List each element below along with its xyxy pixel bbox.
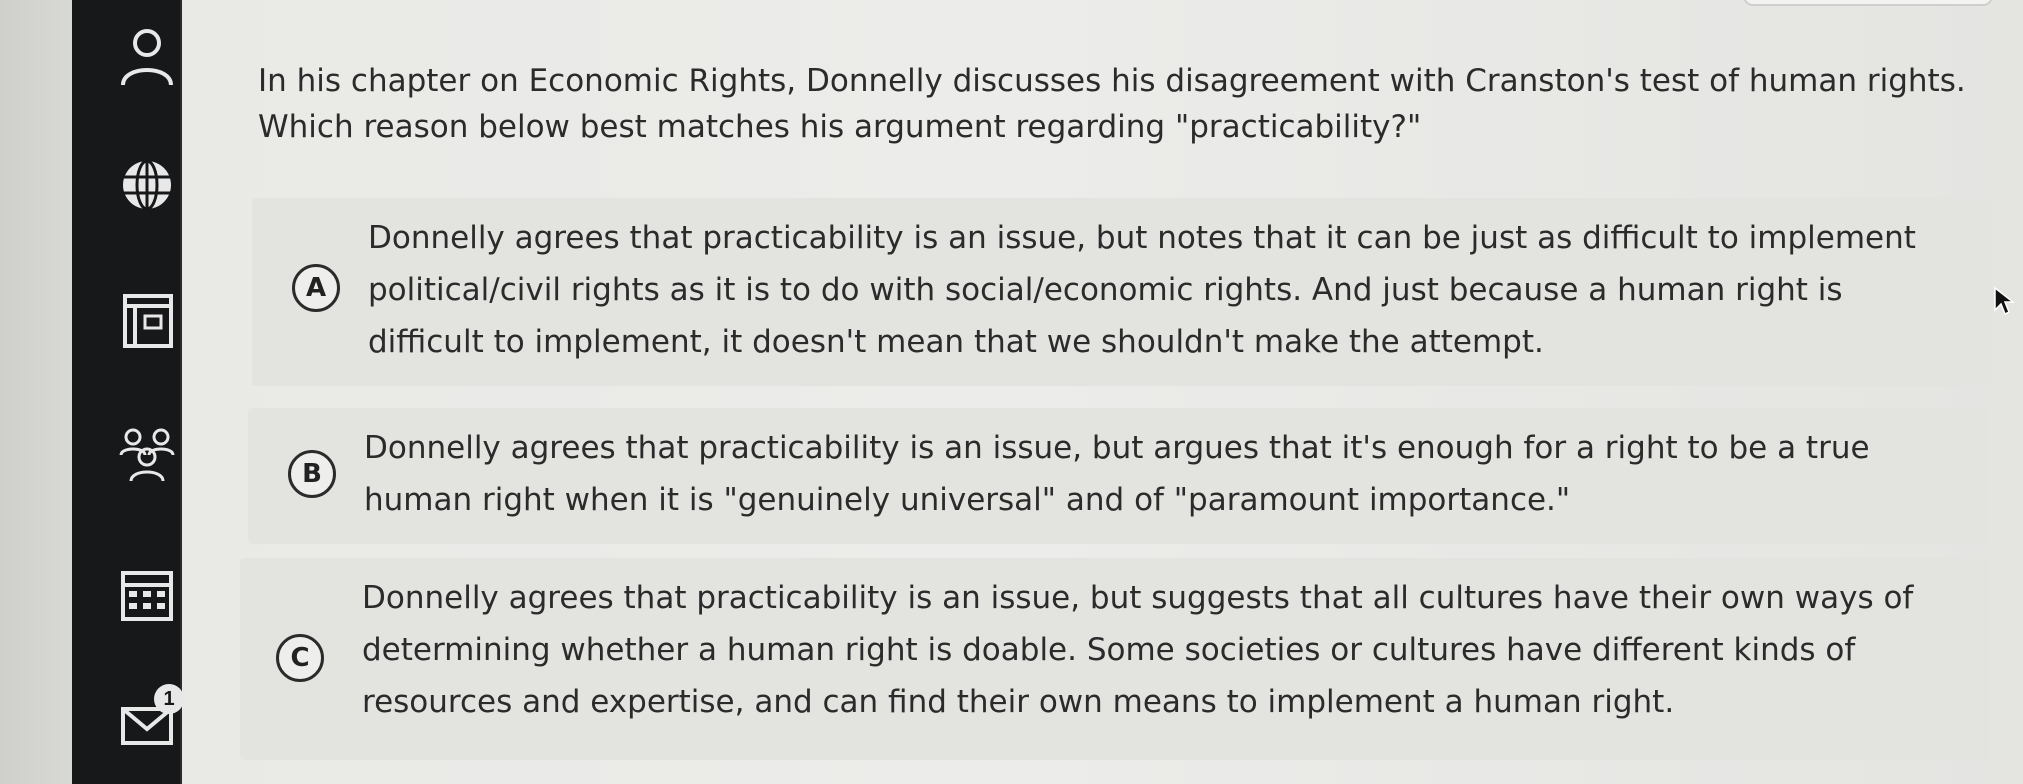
- group-icon: [119, 428, 175, 482]
- sidebar-item-calendar[interactable]: [112, 560, 182, 630]
- calendar-icon: [121, 571, 173, 621]
- globe-icon: [123, 159, 171, 211]
- question-line-1: In his chapter on Economic Rights, Donne…: [258, 63, 1966, 99]
- option-c[interactable]: C Donnelly agrees that practicability is…: [240, 558, 1990, 760]
- question-prompt: In his chapter on Economic Rights, Donne…: [258, 58, 1998, 150]
- option-a-text: Donnelly agrees that practicability is a…: [368, 220, 1916, 360]
- top-card-edge: [1743, 0, 1993, 6]
- option-letter-b[interactable]: B: [288, 450, 336, 498]
- sidebar-item-content[interactable]: [112, 285, 182, 355]
- option-a[interactable]: A Donnelly agrees that practicability is…: [252, 198, 1992, 386]
- sidebar-item-mail[interactable]: 1: [112, 684, 184, 760]
- mail-count-badge: 1: [154, 684, 184, 714]
- option-b[interactable]: B Donnelly agrees that practicability is…: [248, 408, 1988, 544]
- sidebar-item-groups[interactable]: [112, 418, 182, 488]
- document-icon: [123, 294, 173, 348]
- left-gutter: [0, 0, 72, 784]
- option-c-text: Donnelly agrees that practicability is a…: [362, 580, 1914, 720]
- sidebar: 1: [72, 0, 184, 784]
- option-letter-c[interactable]: C: [276, 634, 324, 682]
- mouse-cursor-icon: [1994, 286, 2016, 316]
- option-letter-a[interactable]: A: [292, 264, 340, 312]
- option-b-text: Donnelly agrees that practicability is a…: [364, 430, 1870, 518]
- user-icon: [121, 29, 173, 86]
- sidebar-item-profile[interactable]: [112, 20, 182, 90]
- sidebar-item-globe[interactable]: [112, 150, 182, 220]
- question-line-2: Which reason below best matches his argu…: [258, 109, 1422, 145]
